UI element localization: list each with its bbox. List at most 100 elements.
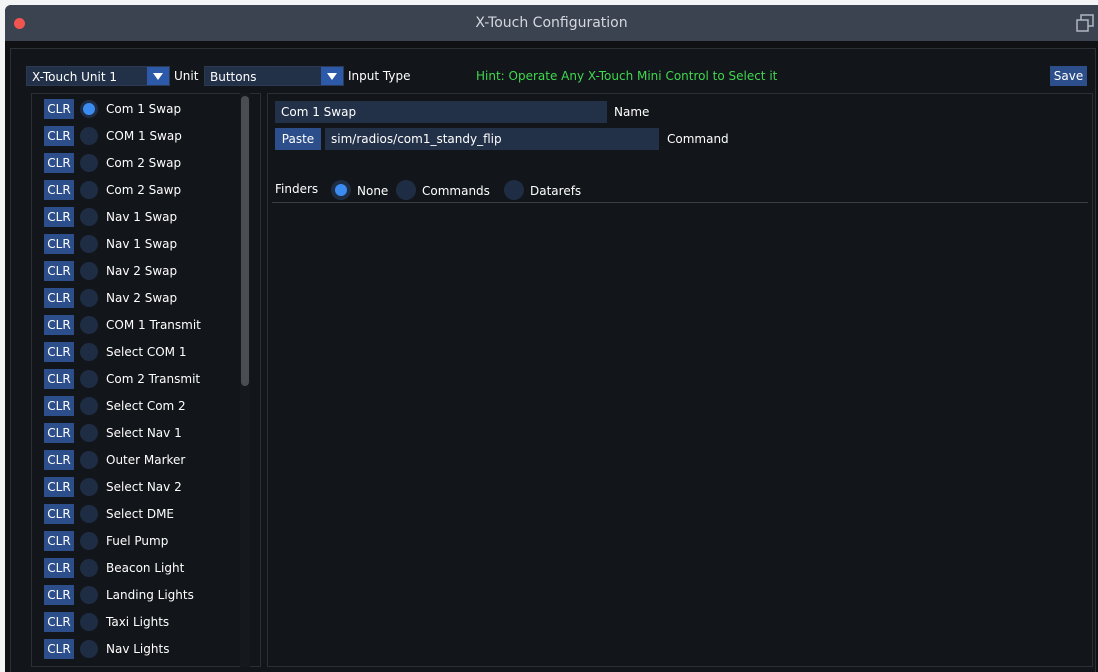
save-button[interactable]: Save <box>1050 66 1087 86</box>
select-radio[interactable] <box>80 316 98 334</box>
scrollbar-thumb[interactable] <box>241 96 249 386</box>
clear-button[interactable]: CLR <box>44 504 74 524</box>
chevron-down-icon[interactable] <box>147 67 169 85</box>
control-list: CLR Com 1 Swap CLR COM 1 Swap CLR Com 2 Swap C… <box>31 93 261 667</box>
list-item[interactable]: CLR Com 2 Transmit <box>44 369 244 389</box>
input-type-select[interactable]: Buttons <box>204 66 344 86</box>
list-item-label: Beacon Light <box>106 561 185 575</box>
select-radio[interactable] <box>80 505 98 523</box>
command-field[interactable]: sim/radios/com1_standy_flip <box>325 128 659 150</box>
list-item[interactable]: CLR Com 2 Swap <box>44 153 244 173</box>
list-item-label: Com 2 Swap <box>106 156 182 170</box>
clear-button[interactable]: CLR <box>44 396 74 416</box>
list-item[interactable]: CLR Nav 2 Swap <box>44 288 244 308</box>
list-item[interactable]: CLR Landing Lights <box>44 585 244 605</box>
list-item[interactable]: CLR Fuel Pump <box>44 531 244 551</box>
unit-select-value: X-Touch Unit 1 <box>32 70 117 84</box>
select-radio[interactable] <box>80 343 98 361</box>
list-item[interactable]: CLR COM 1 Swap <box>44 126 244 146</box>
finder-none-radio[interactable] <box>331 180 351 200</box>
clear-button[interactable]: CLR <box>44 342 74 362</box>
paste-button[interactable]: Paste <box>275 128 321 150</box>
select-radio[interactable] <box>80 397 98 415</box>
clear-button[interactable]: CLR <box>44 585 74 605</box>
list-item[interactable]: CLR Nav Lights <box>44 639 244 659</box>
list-item[interactable]: CLR Select Nav 2 <box>44 477 244 497</box>
clear-button[interactable]: CLR <box>44 288 74 308</box>
list-item[interactable]: CLR Taxi Lights <box>44 612 244 632</box>
list-item[interactable]: CLR Outer Marker <box>44 450 244 470</box>
select-radio[interactable] <box>80 424 98 442</box>
list-item[interactable]: CLR Select COM 1 <box>44 342 244 362</box>
clear-button[interactable]: CLR <box>44 369 74 389</box>
list-item-label: Nav 1 Swap <box>106 237 178 251</box>
clear-button[interactable]: CLR <box>44 180 74 200</box>
list-item-label: Select Nav 2 <box>106 480 182 494</box>
clear-button[interactable]: CLR <box>44 531 74 551</box>
clear-button[interactable]: CLR <box>44 477 74 497</box>
finder-none-label: None <box>357 184 389 198</box>
list-item[interactable]: CLR Nav 1 Swap <box>44 207 244 227</box>
clear-button[interactable]: CLR <box>44 234 74 254</box>
detail-panel: Com 1 Swap Name Paste sim/radios/com1_st… <box>267 93 1093 667</box>
clear-button[interactable]: CLR <box>44 261 74 281</box>
command-label: Command <box>667 132 729 146</box>
list-item-label: Fuel Pump <box>106 534 169 548</box>
clear-button[interactable]: CLR <box>44 315 74 335</box>
list-item[interactable]: CLR Nav 1 Swap <box>44 234 244 254</box>
list-item[interactable]: CLR Select DME <box>44 504 244 524</box>
list-item[interactable]: CLR Nav 2 Swap <box>44 261 244 281</box>
finder-datarefs-radio[interactable] <box>504 180 524 200</box>
select-radio[interactable] <box>80 451 98 469</box>
select-radio[interactable] <box>80 100 98 118</box>
title-bar[interactable]: X-Touch Configuration <box>5 5 1098 41</box>
select-radio[interactable] <box>80 154 98 172</box>
list-item-label: Select Nav 1 <box>106 426 182 440</box>
content-area: X-Touch Unit 1 Unit Buttons Input Type H… <box>10 48 1096 672</box>
list-item[interactable]: CLR Com 2 Sawp <box>44 180 244 200</box>
select-radio[interactable] <box>80 532 98 550</box>
clear-button[interactable]: CLR <box>44 450 74 470</box>
clear-button[interactable]: CLR <box>44 639 74 659</box>
chevron-down-icon[interactable] <box>321 67 343 85</box>
list-item-label: Com 1 Swap <box>106 102 182 116</box>
restore-window-icon[interactable] <box>1076 14 1094 32</box>
clear-button[interactable]: CLR <box>44 558 74 578</box>
finders-group: Finders None Commands Datarefs <box>275 180 675 202</box>
list-item[interactable]: CLR Select Com 2 <box>44 396 244 416</box>
unit-select[interactable]: X-Touch Unit 1 <box>26 66 170 86</box>
list-item-label: Nav 2 Swap <box>106 291 178 305</box>
list-item-label: COM 1 Swap <box>106 129 182 143</box>
list-item[interactable]: CLR Beacon Light <box>44 558 244 578</box>
clear-button[interactable]: CLR <box>44 207 74 227</box>
list-item-label: Com 2 Transmit <box>106 372 201 386</box>
select-radio[interactable] <box>80 370 98 388</box>
select-radio[interactable] <box>80 640 98 658</box>
finder-commands-radio[interactable] <box>396 180 416 200</box>
list-item[interactable]: CLR COM 1 Transmit <box>44 315 244 335</box>
select-radio[interactable] <box>80 478 98 496</box>
clear-button[interactable]: CLR <box>44 423 74 443</box>
clear-button[interactable]: CLR <box>44 612 74 632</box>
list-item[interactable]: CLR Select Nav 1 <box>44 423 244 443</box>
list-item[interactable]: CLR Com 1 Swap <box>44 99 244 119</box>
list-item-label: Nav Lights <box>106 642 170 656</box>
select-radio[interactable] <box>80 208 98 226</box>
clear-button[interactable]: CLR <box>44 153 74 173</box>
name-field[interactable]: Com 1 Swap <box>275 101 607 123</box>
select-radio[interactable] <box>80 262 98 280</box>
select-radio[interactable] <box>80 559 98 577</box>
unit-label: Unit <box>174 69 199 83</box>
list-item-label: Nav 1 Swap <box>106 210 178 224</box>
list-item-label: Com 2 Sawp <box>106 183 182 197</box>
finder-commands-label: Commands <box>422 184 490 198</box>
select-radio[interactable] <box>80 586 98 604</box>
list-item-label: Landing Lights <box>106 588 194 602</box>
clear-button[interactable]: CLR <box>44 99 74 119</box>
select-radio[interactable] <box>80 289 98 307</box>
select-radio[interactable] <box>80 127 98 145</box>
select-radio[interactable] <box>80 235 98 253</box>
clear-button[interactable]: CLR <box>44 126 74 146</box>
select-radio[interactable] <box>80 181 98 199</box>
select-radio[interactable] <box>80 613 98 631</box>
